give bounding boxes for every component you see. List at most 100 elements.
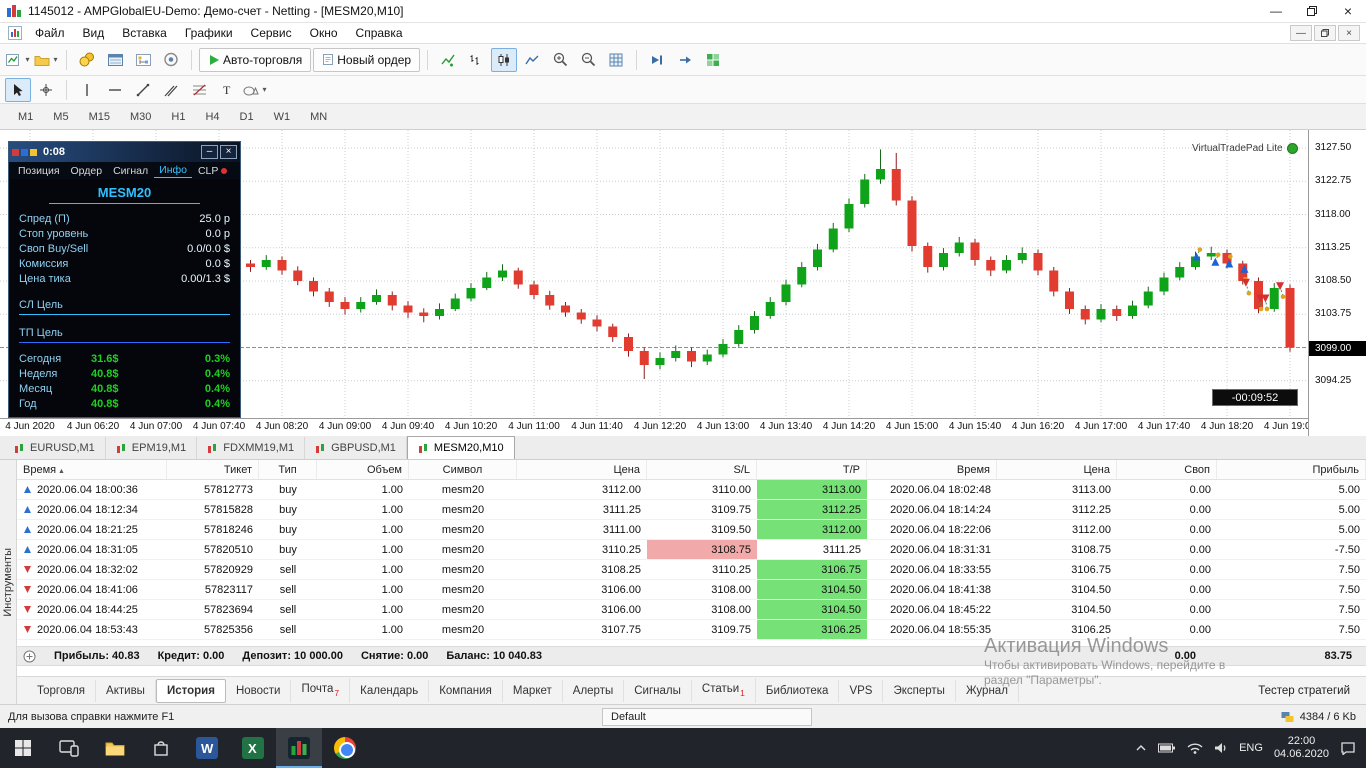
vtp-close-button[interactable]: × xyxy=(220,145,237,159)
cursor-button[interactable] xyxy=(5,77,31,102)
toolbox-tab-Эксперты[interactable]: Эксперты xyxy=(883,679,956,702)
strategy-tester-label[interactable]: Тестер стратегий xyxy=(1258,685,1366,697)
menu-item-Сервис[interactable]: Сервис xyxy=(242,24,301,42)
column-header-8[interactable]: Время xyxy=(867,460,997,479)
chart-price-axis[interactable]: 3127.50 3122.75 3118.00 3113.25 3108.50 3103.… xyxy=(1308,130,1366,436)
indicators-button[interactable] xyxy=(435,48,461,72)
history-row[interactable]: 2020.06.04 18:21:25 57818246 buy 1.00 mesm20… xyxy=(17,520,1366,540)
close-button[interactable]: × xyxy=(1330,0,1366,22)
history-row[interactable]: 2020.06.04 18:32:02 57820929 sell 1.00 mesm2… xyxy=(17,560,1366,580)
equidistant-channel-button[interactable] xyxy=(158,78,184,102)
file-explorer-button[interactable] xyxy=(92,728,138,768)
menu-item-Файл[interactable]: Файл xyxy=(26,24,74,42)
mdi-close-button[interactable]: × xyxy=(1338,25,1360,41)
toolbox-tab-Журнал[interactable]: Журнал xyxy=(956,679,1019,702)
candle-chart-type-button[interactable] xyxy=(491,47,518,72)
timeframe-button-H4[interactable]: H4 xyxy=(195,107,229,127)
toolbox-tab-Сигналы[interactable]: Сигналы xyxy=(624,679,692,702)
toolbox-tab-Библиотека[interactable]: Библиотека xyxy=(756,679,840,702)
shapes-button[interactable]: ▾ xyxy=(242,78,268,102)
summary-expand-icon[interactable] xyxy=(23,650,36,663)
volume-icon[interactable] xyxy=(1214,742,1228,754)
timeframe-button-M1[interactable]: M1 xyxy=(8,107,43,127)
zoom-out-button[interactable] xyxy=(575,48,601,72)
toolbox-tab-Компания[interactable]: Компания xyxy=(429,679,503,702)
task-view-button[interactable] xyxy=(46,728,92,768)
toolbox-tab-Почта[interactable]: Почта 7 xyxy=(291,678,351,703)
chart-tab-GBPUSD,M1[interactable]: GBPUSD,M1 xyxy=(305,437,407,459)
column-header-2[interactable]: Тип xyxy=(259,460,317,479)
store-button[interactable] xyxy=(138,728,184,768)
zoom-in-button[interactable] xyxy=(547,48,573,72)
word-button[interactable]: W xyxy=(184,728,230,768)
mdi-minimize-button[interactable]: — xyxy=(1290,25,1312,41)
restore-button[interactable] xyxy=(1294,0,1330,22)
mdi-restore-button[interactable] xyxy=(1314,25,1336,41)
timeframe-button-M15[interactable]: M15 xyxy=(79,107,120,127)
toolbox-tab-Статьи[interactable]: Статьи 1 xyxy=(692,678,756,703)
column-header-6[interactable]: S/L xyxy=(647,460,757,479)
toolbox-tab-Торговля[interactable]: Торговля xyxy=(27,679,97,702)
history-row[interactable]: 2020.06.04 18:41:06 57823117 sell 1.00 mesm2… xyxy=(17,580,1366,600)
navigator-button[interactable] xyxy=(130,48,156,72)
data-window-button[interactable] xyxy=(102,48,128,72)
virtualtradepad-panel[interactable]: 0:08 – × Позиция Ордер Сигнал Инфо CLP MESM2… xyxy=(8,141,241,418)
minimize-button[interactable]: — xyxy=(1258,0,1294,22)
vtp-tab-Инфо[interactable]: Инфо xyxy=(154,163,192,178)
vtp-tab-Ордер[interactable]: Ордер xyxy=(66,164,108,178)
history-row[interactable]: 2020.06.04 18:44:25 57823694 sell 1.00 mesm2… xyxy=(17,600,1366,620)
history-row[interactable]: 2020.06.04 18:31:05 57820510 buy 1.00 mesm20… xyxy=(17,540,1366,560)
column-header-4[interactable]: Символ xyxy=(409,460,517,479)
trendline-button[interactable] xyxy=(130,78,156,102)
chart-tab-EURUSD,M1[interactable]: EURUSD,M1 xyxy=(4,437,106,459)
autotrade-button[interactable]: Авто-торговля xyxy=(199,47,312,72)
language-indicator[interactable]: ENG xyxy=(1239,742,1263,754)
excel-button[interactable]: X xyxy=(230,728,276,768)
column-header-7[interactable]: T/P xyxy=(757,460,867,479)
menu-item-Окно[interactable]: Окно xyxy=(301,24,347,42)
market-watch-button[interactable] xyxy=(74,48,100,72)
vtp-tab-Сигнал[interactable]: Сигнал xyxy=(108,164,153,178)
new-chart-button[interactable]: ▾ xyxy=(5,48,31,72)
chrome-button[interactable] xyxy=(322,728,368,768)
terminal-button[interactable] xyxy=(158,48,184,72)
menu-item-Вставка[interactable]: Вставка xyxy=(113,24,176,42)
new-order-button[interactable]: Новый ордер xyxy=(313,47,421,72)
chart-tab-MESM20,M10[interactable]: MESM20,M10 xyxy=(406,436,515,459)
history-row[interactable]: 2020.06.04 18:12:34 57815828 buy 1.00 mesm20… xyxy=(17,500,1366,520)
menu-item-Графики[interactable]: Графики xyxy=(176,24,242,42)
timeframe-button-D1[interactable]: D1 xyxy=(230,107,264,127)
column-header-1[interactable]: Тикет xyxy=(167,460,259,479)
line-chart-type-button[interactable] xyxy=(519,48,545,72)
network-icon[interactable] xyxy=(1187,742,1203,754)
column-header-5[interactable]: Цена xyxy=(517,460,647,479)
metatrader-button[interactable] xyxy=(276,728,322,768)
chart-tab-EPM19,M1[interactable]: EPM19,M1 xyxy=(106,437,198,459)
toolbox-sidebar[interactable]: Инструменты xyxy=(0,460,17,704)
vtp-tab-CLP[interactable]: CLP xyxy=(193,164,232,178)
column-header-0[interactable]: Время ▲ xyxy=(17,460,167,479)
column-header-3[interactable]: Объем xyxy=(317,460,409,479)
crosshair-button[interactable] xyxy=(33,78,59,102)
toolbox-tab-Календарь[interactable]: Календарь xyxy=(350,679,430,702)
column-header-10[interactable]: Своп xyxy=(1117,460,1217,479)
start-button[interactable] xyxy=(0,728,46,768)
fibonacci-button[interactable] xyxy=(186,78,212,102)
history-row[interactable]: 2020.06.04 18:00:36 57812773 buy 1.00 mesm20… xyxy=(17,480,1366,500)
history-row[interactable]: 2020.06.04 18:53:43 57825356 sell 1.00 mesm2… xyxy=(17,620,1366,640)
toolbox-tab-VPS[interactable]: VPS xyxy=(839,679,884,702)
toolbox-tab-Новости[interactable]: Новости xyxy=(226,679,292,702)
toolbox-tab-Алерты[interactable]: Алерты xyxy=(563,679,625,702)
bar-chart-type-button[interactable] xyxy=(463,48,489,72)
timeframe-button-M5[interactable]: M5 xyxy=(43,107,78,127)
vertical-line-button[interactable] xyxy=(74,78,100,102)
taskbar-clock[interactable]: 22:00 04.06.2020 xyxy=(1274,735,1329,761)
vtp-minimize-button[interactable]: – xyxy=(201,145,218,159)
chart-x-axis[interactable]: 4 Jun 2020 4 Jun 06:20 4 Jun 07:00 4 Jun 07… xyxy=(0,418,1316,436)
menu-item-Справка[interactable]: Справка xyxy=(347,24,412,42)
timeframe-button-W1[interactable]: W1 xyxy=(264,107,301,127)
profile-selector[interactable]: Default xyxy=(602,708,812,726)
period-grid-button[interactable] xyxy=(603,48,629,72)
toolbox-tab-Маркет[interactable]: Маркет xyxy=(503,679,563,702)
timeframe-button-MN[interactable]: MN xyxy=(300,107,337,127)
